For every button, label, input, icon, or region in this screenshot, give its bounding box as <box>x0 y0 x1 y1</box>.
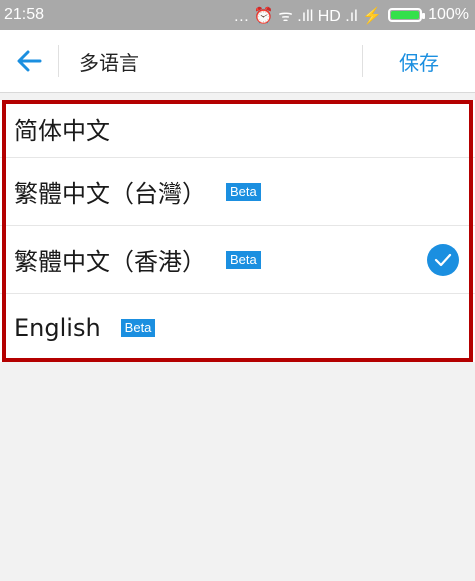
language-label: English <box>14 314 101 342</box>
status-bar: 21:58 … ⏰ ᯤ .ıll HD .ıl ⚡ 100% <box>0 0 475 30</box>
selected-check-icon <box>427 243 459 276</box>
battery-percent: 100% <box>428 6 469 23</box>
back-button[interactable] <box>0 30 58 92</box>
beta-badge: Beta <box>226 182 261 201</box>
page-title: 多语言 <box>79 50 139 75</box>
status-indicators: … ⏰ ᯤ .ıll HD .ıl ⚡ 100% <box>233 4 469 26</box>
language-label: 繁體中文（香港） <box>14 248 206 276</box>
save-button[interactable]: 保存 <box>363 47 475 76</box>
language-list: 简体中文 繁體中文（台灣） Beta 繁體中文（香港） Beta English… <box>0 100 475 362</box>
language-label: 繁體中文（台灣） <box>14 180 206 208</box>
beta-badge: Beta <box>120 319 156 337</box>
language-option-zh-hans[interactable]: 简体中文 <box>0 100 475 158</box>
app-bar: 多语言 保存 <box>0 30 475 93</box>
language-option-en[interactable]: English Beta <box>0 294 475 362</box>
status-time: 21:58 <box>4 6 45 23</box>
battery-icon <box>388 8 426 22</box>
arrow-left-icon <box>17 50 42 72</box>
divider <box>58 45 59 77</box>
beta-badge: Beta <box>226 250 261 269</box>
status-indicator-icons: … ⏰ ᯤ .ıll HD .ıl ⚡ <box>233 8 383 25</box>
language-option-zh-hk[interactable]: 繁體中文（香港） Beta <box>0 226 475 294</box>
language-option-zh-tw[interactable]: 繁體中文（台灣） Beta <box>0 158 475 226</box>
language-label: 简体中文 <box>14 117 110 145</box>
